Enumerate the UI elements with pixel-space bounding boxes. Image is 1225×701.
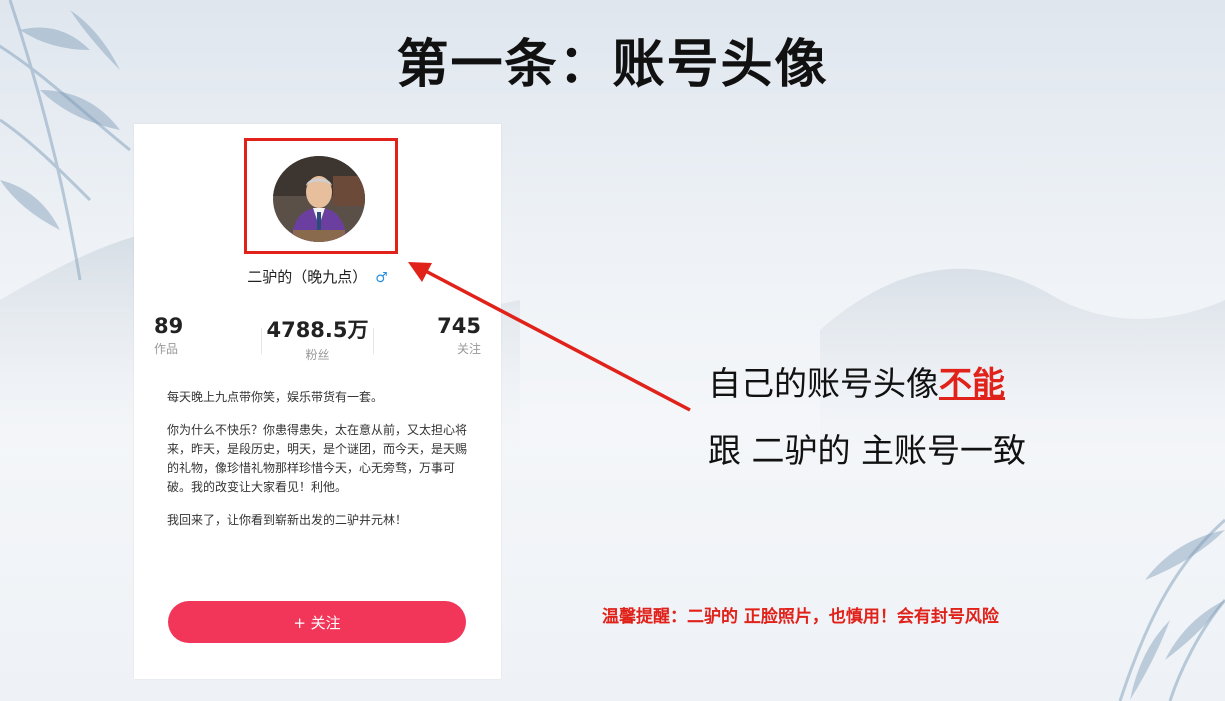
annotation-emphasis: 不能 [939,364,1005,403]
warning-note: 温馨提醒：二驴的 正脸照片，也慎用！会有封号风险 [602,607,999,627]
pointer-arrow-icon [415,264,691,412]
annotation-line1: 自己的账号头像不能 [708,357,1005,405]
arrow-overlay [408,262,691,412]
annotation-line2: 跟 二驴的 主账号一致 [708,431,1026,470]
annotation-line1-text: 自己的账号头像 [708,364,939,403]
